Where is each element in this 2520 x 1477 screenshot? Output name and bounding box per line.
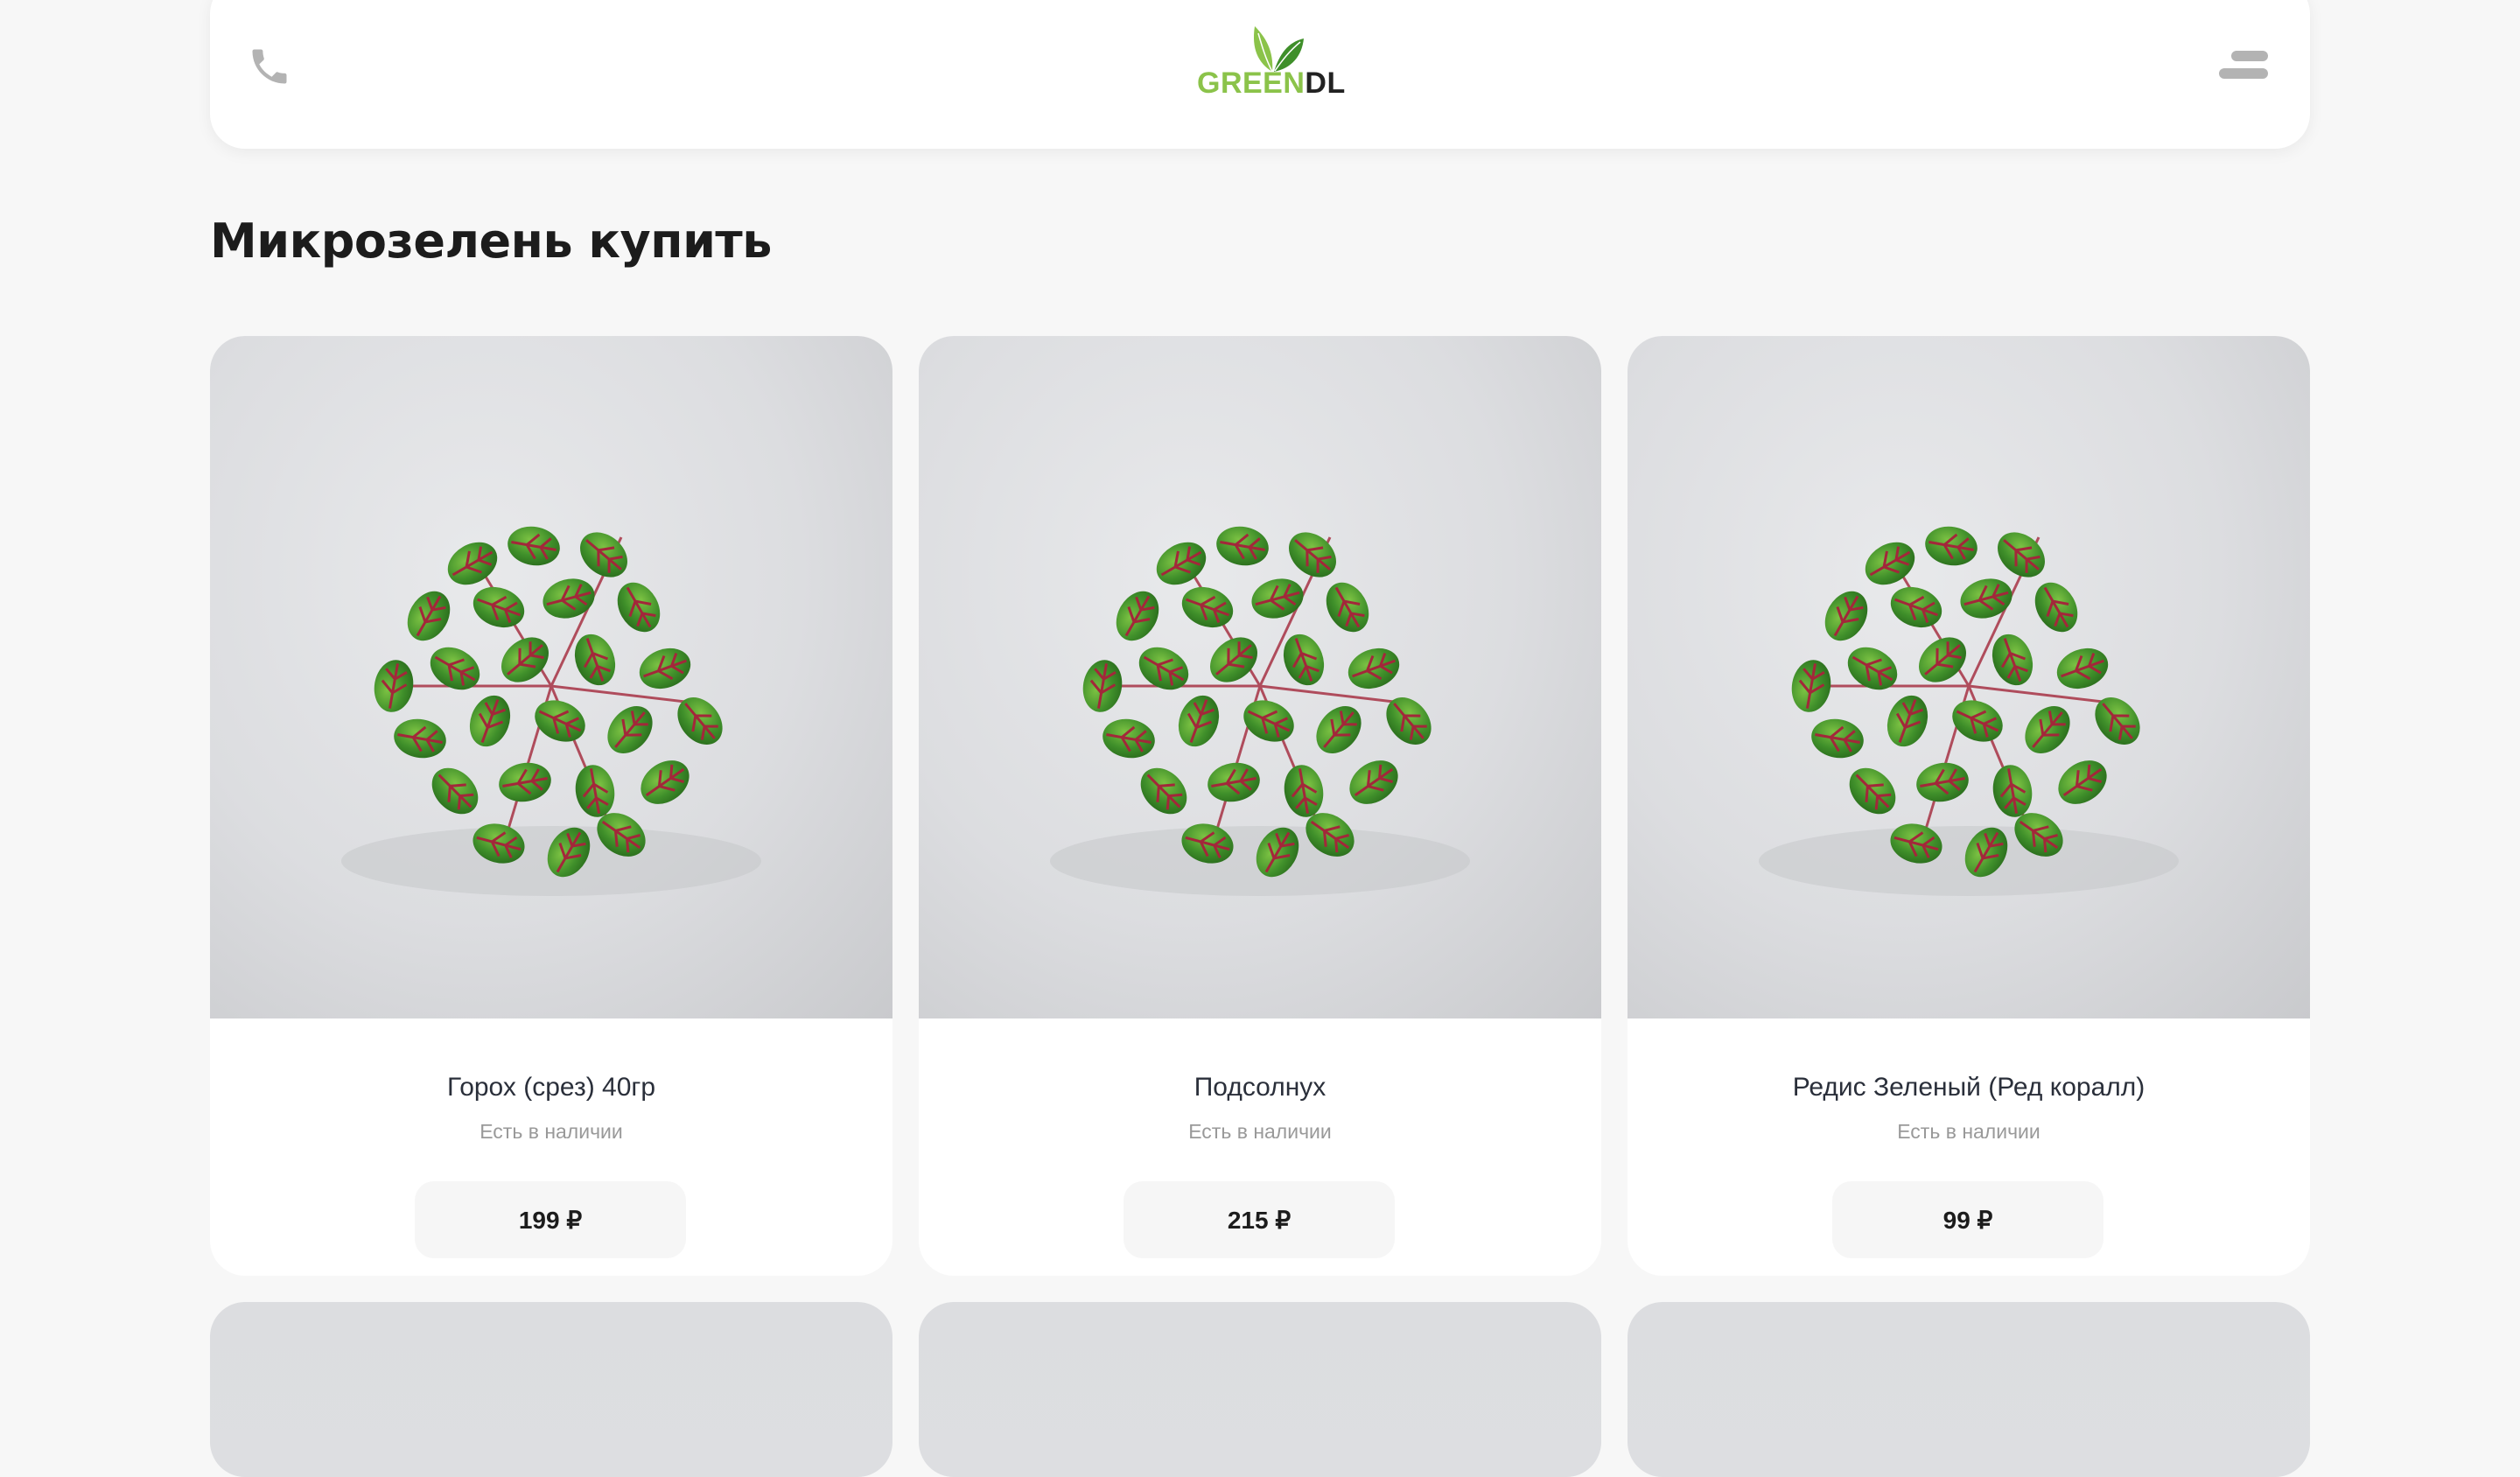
microgreens-image — [919, 336, 1601, 1018]
menu-line-bottom — [2219, 68, 2268, 79]
logo-text: GREENDL — [1197, 66, 1346, 101]
menu-line-top — [2231, 51, 2268, 61]
product-card[interactable]: Подсолнух Есть в наличии 215 ₽ — [919, 336, 1601, 1276]
stock-status: Есть в наличии — [480, 1120, 623, 1143]
stock-status: Есть в наличии — [1188, 1120, 1332, 1143]
product-card-partial[interactable] — [919, 1302, 1601, 1477]
product-name[interactable]: Подсолнух — [919, 1073, 1601, 1102]
product-card-partial[interactable] — [1628, 1302, 2310, 1477]
stock-status: Есть в наличии — [1897, 1120, 2040, 1143]
price-button[interactable]: 99 ₽ — [1832, 1181, 2104, 1258]
product-card[interactable]: Горох (срез) 40гр Есть в наличии 199 ₽ — [210, 336, 892, 1276]
product-image[interactable] — [210, 336, 892, 1018]
site-header: GREENDL — [210, 0, 2310, 149]
page-title: Микрозелень купить — [210, 214, 772, 269]
microgreens-image — [210, 336, 892, 1018]
microgreens-image — [1628, 336, 2310, 1018]
price-button[interactable]: 199 ₽ — [415, 1181, 686, 1258]
logo-text-green: GREEN — [1197, 66, 1306, 100]
product-card-partial[interactable] — [210, 1302, 892, 1477]
price-button[interactable]: 215 ₽ — [1124, 1181, 1395, 1258]
hamburger-menu-icon[interactable] — [2219, 47, 2268, 84]
product-name[interactable]: Горох (срез) 40гр — [210, 1073, 892, 1102]
logo-text-dark: DL — [1305, 66, 1346, 100]
product-card[interactable]: Редис Зеленый (Ред коралл) Есть в наличи… — [1628, 336, 2310, 1276]
product-name[interactable]: Редис Зеленый (Ред коралл) — [1628, 1073, 2310, 1102]
product-image[interactable] — [1628, 336, 2310, 1018]
phone-icon[interactable] — [247, 44, 292, 89]
site-logo[interactable]: GREENDL — [1197, 14, 1345, 107]
product-image[interactable] — [919, 336, 1601, 1018]
